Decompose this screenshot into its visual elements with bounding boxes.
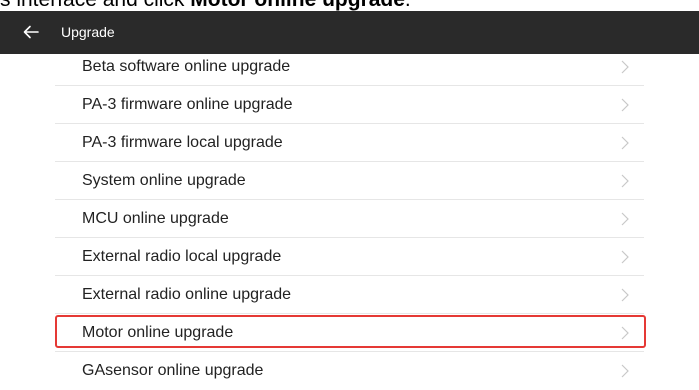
chevron-right-icon [621,174,629,188]
list-item-pa3-firmware-local-upgrade[interactable]: PA-3 firmware local upgrade [55,124,644,162]
list-item-external-radio-local-upgrade[interactable]: External radio local upgrade [55,238,644,276]
chevron-right-icon [621,326,629,340]
chevron-right-icon [621,212,629,226]
list-item-label: PA-3 firmware local upgrade [82,134,283,151]
chevron-right-icon [621,136,629,150]
list-item-label: Motor online upgrade [82,324,234,341]
list-item-external-radio-online-upgrade[interactable]: External radio online upgrade [55,276,644,314]
list-item-mcu-online-upgrade[interactable]: MCU online upgrade [55,200,644,238]
list-item-label: Beta software online upgrade [82,58,291,75]
list-item-label: GAsensor online upgrade [82,362,264,379]
list-item-label: External radio local upgrade [82,248,282,265]
list-item-label: System online upgrade [82,172,246,189]
caption-suffix: . [405,0,411,11]
list-item-motor-online-upgrade[interactable]: Motor online upgrade [55,314,644,352]
chevron-right-icon [621,364,629,378]
list-item-label: MCU online upgrade [82,210,229,227]
chevron-right-icon [621,288,629,302]
list-item-beta-software-online-upgrade[interactable]: Beta software online upgrade [55,48,644,86]
list-item-label: External radio online upgrade [82,286,292,303]
list-item-label: PA-3 firmware online upgrade [82,96,293,113]
caption-bold: Motor online upgrade [190,0,405,11]
arrow-left-icon[interactable] [22,23,40,41]
chevron-right-icon [621,250,629,264]
instruction-caption: s interface and click Motor online upgra… [0,0,411,11]
chevron-right-icon [621,98,629,112]
chevron-right-icon [621,60,629,74]
list-item-system-online-upgrade[interactable]: System online upgrade [55,162,644,200]
caption-prefix: s interface and click [0,0,190,11]
list-item-pa3-firmware-online-upgrade[interactable]: PA-3 firmware online upgrade [55,86,644,124]
list-item-gasensor-online-upgrade[interactable]: GAsensor online upgrade [55,352,644,390]
